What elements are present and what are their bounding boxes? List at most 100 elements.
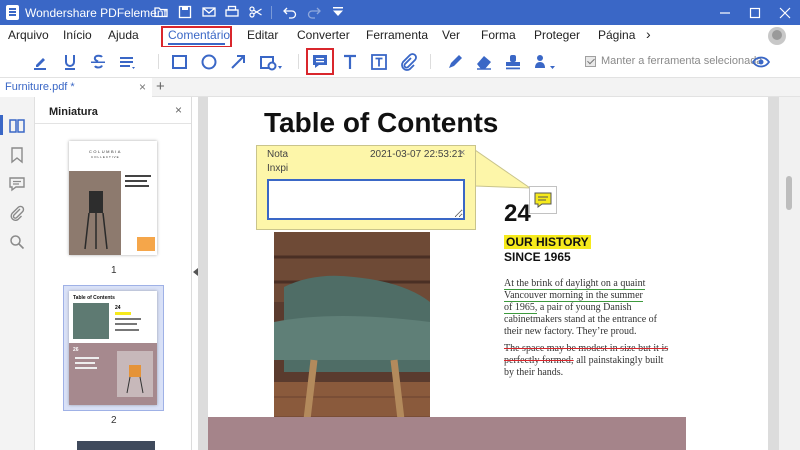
pencil-icon[interactable]: [445, 52, 465, 72]
document-tab[interactable]: Furniture.pdf * ×: [0, 78, 152, 97]
eye-icon[interactable]: [751, 52, 771, 72]
note-pointer: [475, 150, 532, 189]
toolbar-separator: [158, 54, 159, 69]
menu-inicio[interactable]: Início: [63, 28, 92, 42]
thumb-text-line: [125, 180, 147, 182]
rail-active-indicator: [0, 115, 3, 135]
app-logo-icon: [6, 5, 19, 20]
note-close-icon[interactable]: ×: [459, 147, 465, 159]
attachment-icon[interactable]: [398, 52, 418, 72]
underlined-text: Vancouver morning in the summer: [504, 290, 643, 302]
redo-icon[interactable]: [306, 4, 322, 20]
thumb-text-line: [115, 329, 139, 331]
scissors-icon[interactable]: [248, 4, 264, 20]
thumb-text-line: [75, 362, 95, 364]
strikethrough-icon[interactable]: [88, 52, 108, 72]
thumb-number-26: 26: [73, 347, 79, 353]
toolbar-separator: [430, 54, 431, 69]
menu-bar: Arquivo Início Ajuda Comentário Editar C…: [0, 25, 800, 47]
strikethrough-text: perfectly formed;: [504, 355, 574, 366]
attachments-icon[interactable]: [8, 204, 26, 222]
thumb-text-line: [75, 357, 99, 359]
thumb-brand-1: COLUMBIA: [89, 149, 122, 154]
paragraph-text: cabinetmakers stand at the entrance of: [504, 314, 657, 325]
maximize-button[interactable]: [740, 0, 770, 25]
paragraph-text: a pair of young Danish: [537, 302, 632, 313]
folder-icon[interactable]: [153, 4, 169, 20]
strikethrough-text: The space may be modest in size but it i…: [504, 343, 669, 354]
scrollbar-thumb[interactable]: [786, 176, 792, 210]
close-window-button[interactable]: [770, 0, 800, 25]
thumb-brand-2: COLLECTIVE: [91, 155, 120, 159]
tab-close-icon[interactable]: ×: [139, 80, 146, 94]
menu-editar[interactable]: Editar: [247, 28, 278, 42]
search-icon[interactable]: [8, 233, 26, 251]
undo-icon[interactable]: [282, 4, 298, 20]
highlight-icon[interactable]: [30, 52, 50, 72]
menu-ferramenta[interactable]: Ferramenta: [366, 28, 428, 42]
shape-dropdown-icon[interactable]: [258, 52, 284, 72]
note-popup[interactable]: Nota 2021-03-07 22:53:21 × Inxpi: [256, 145, 476, 230]
text-icon[interactable]: [340, 52, 360, 72]
page-bottom-band: [208, 417, 686, 450]
thumb-chair-photo: [73, 303, 109, 339]
thumb-text-line: [125, 185, 149, 187]
menu-more-chevron-icon[interactable]: ›: [646, 26, 651, 42]
rectangle-icon[interactable]: [170, 52, 190, 72]
save-icon[interactable]: [177, 4, 193, 20]
thumb-text-line: [115, 323, 137, 325]
note-text-input[interactable]: [267, 179, 465, 220]
note-type-label: Nota: [267, 149, 289, 160]
eraser-icon[interactable]: [474, 52, 494, 72]
paragraph-2: The space may be modest in size but it i…: [504, 343, 668, 379]
thumb-number-24: 24: [115, 305, 121, 311]
panel-divider: [35, 123, 191, 124]
note-tool-highlight-box: [306, 48, 334, 75]
stamp-icon[interactable]: [503, 52, 523, 72]
underlined-text: of 1965,: [504, 302, 538, 314]
menu-ajuda[interactable]: Ajuda: [108, 28, 139, 42]
thumbnail-panel: Miniatura × COLUMBIA COLLECTIVE 1 Table …: [35, 97, 192, 450]
panel-close-icon[interactable]: ×: [175, 103, 182, 117]
circle-icon[interactable]: [199, 52, 219, 72]
comments-icon[interactable]: [8, 175, 26, 193]
replace-text-icon[interactable]: [118, 52, 138, 72]
signature-dropdown-icon[interactable]: [531, 52, 557, 72]
thumbnail-panel-title: Miniatura: [49, 106, 98, 118]
thumbnails-icon[interactable]: [8, 117, 26, 135]
note-marker-icon[interactable]: [529, 186, 557, 214]
page-thumbnail-2[interactable]: Table of Contents 24 26: [69, 291, 157, 405]
text-box-icon[interactable]: [369, 52, 389, 72]
add-tab-button[interactable]: +: [156, 78, 165, 95]
quick-access-dropdown-icon[interactable]: [330, 4, 346, 20]
section-number: 24: [504, 200, 531, 227]
toolbar-separator: [298, 54, 299, 69]
paragraph-1: At the brink of daylight on a quaint Van…: [504, 278, 657, 338]
page-thumbnail-1[interactable]: COLUMBIA COLLECTIVE: [69, 141, 157, 255]
menu-ver[interactable]: Ver: [442, 28, 460, 42]
underline-icon[interactable]: [60, 52, 80, 72]
menu-arquivo[interactable]: Arquivo: [8, 28, 49, 42]
menu-converter[interactable]: Converter: [297, 28, 350, 42]
print-icon[interactable]: [224, 4, 240, 20]
page-number-2: 2: [111, 415, 117, 426]
menu-proteger[interactable]: Proteger: [534, 28, 580, 42]
avatar[interactable]: [768, 27, 786, 45]
menu-forma[interactable]: Forma: [481, 28, 516, 42]
thumb-orange-chair-photo: [117, 351, 153, 397]
section-subheading: SINCE 1965: [504, 250, 571, 264]
keep-tool-checkbox[interactable]: [585, 56, 596, 67]
thumb-highlight: [115, 312, 131, 315]
arrow-icon[interactable]: [228, 52, 248, 72]
note-timestamp: 2021-03-07 22:53:21: [370, 149, 463, 160]
page-number-1: 1: [111, 265, 117, 276]
app-title: Wondershare PDFelement: [25, 6, 167, 20]
vertical-scrollbar[interactable]: [779, 97, 800, 450]
minimize-button[interactable]: [710, 0, 740, 25]
bookmark-icon[interactable]: [8, 146, 26, 164]
comentario-highlight-box: [161, 26, 232, 48]
menu-pagina[interactable]: Página: [598, 28, 635, 42]
thumb-text-line: [125, 175, 151, 177]
mail-icon[interactable]: [201, 4, 217, 20]
page-thumbnail-3[interactable]: [77, 441, 155, 450]
